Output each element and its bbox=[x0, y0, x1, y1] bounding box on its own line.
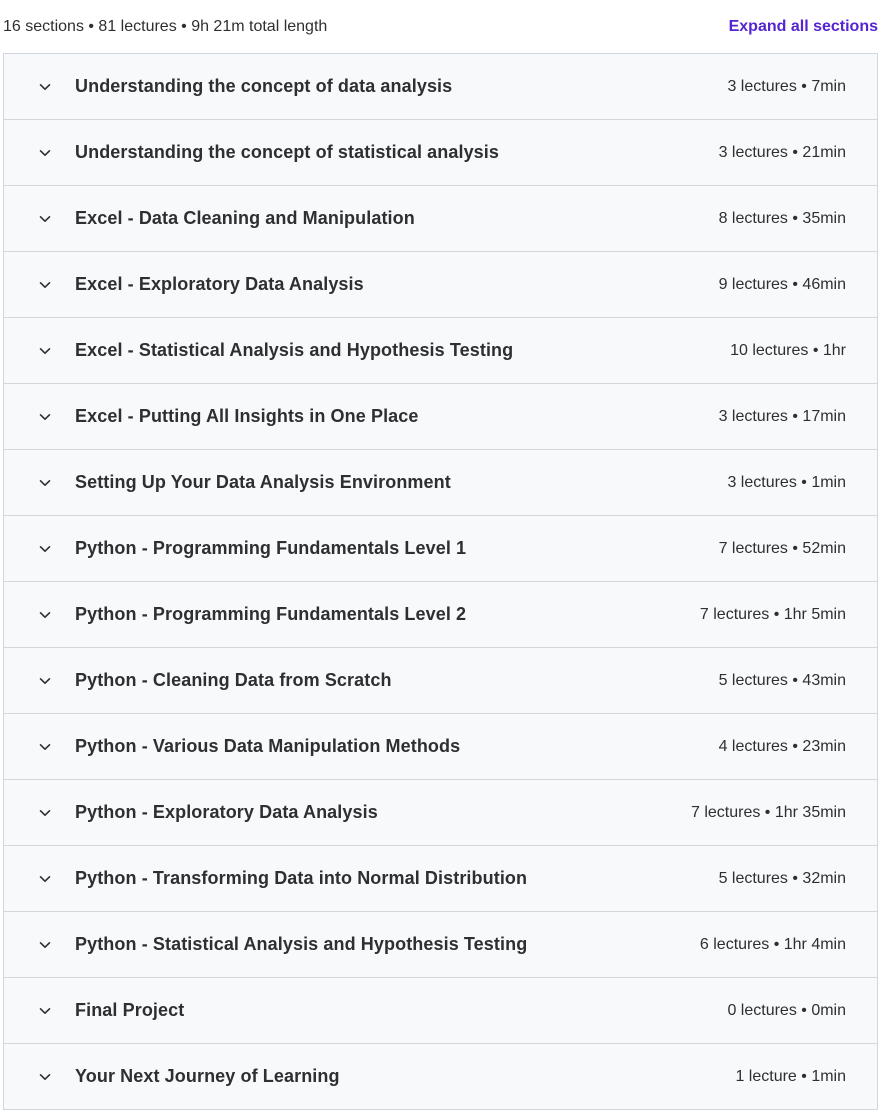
chevron-down-icon bbox=[38, 1004, 52, 1018]
section-row-3[interactable]: Excel - Data Cleaning and Manipulation 8… bbox=[4, 186, 877, 252]
section-meta: 3 lectures • 17min bbox=[718, 407, 846, 425]
chevron-down-icon bbox=[38, 542, 52, 556]
section-row-16[interactable]: Your Next Journey of Learning 1 lecture … bbox=[4, 1044, 877, 1110]
chevron-down-icon bbox=[38, 278, 52, 292]
section-list: Understanding the concept of data analys… bbox=[3, 53, 878, 1110]
section-meta: 7 lectures • 52min bbox=[718, 539, 846, 557]
section-title: Excel - Exploratory Data Analysis bbox=[75, 274, 364, 294]
section-row-14[interactable]: Python - Statistical Analysis and Hypoth… bbox=[4, 912, 877, 978]
section-row-6[interactable]: Excel - Putting All Insights in One Plac… bbox=[4, 384, 877, 450]
section-title: Python - Statistical Analysis and Hypoth… bbox=[75, 934, 528, 954]
section-row-7[interactable]: Setting Up Your Data Analysis Environmen… bbox=[4, 450, 877, 516]
section-meta: 7 lectures • 1hr 5min bbox=[699, 605, 846, 623]
section-meta: 5 lectures • 43min bbox=[718, 671, 846, 689]
section-row-2[interactable]: Understanding the concept of statistical… bbox=[4, 120, 877, 186]
chevron-down-icon bbox=[38, 476, 52, 490]
section-row-1[interactable]: Understanding the concept of data analys… bbox=[4, 54, 877, 120]
section-title: Final Project bbox=[75, 1000, 185, 1020]
section-meta: 0 lectures • 0min bbox=[727, 1001, 846, 1019]
chevron-down-icon bbox=[38, 740, 52, 754]
chevron-down-icon bbox=[38, 938, 52, 952]
chevron-down-icon bbox=[38, 80, 52, 94]
chevron-down-icon bbox=[38, 806, 52, 820]
section-title: Excel - Statistical Analysis and Hypothe… bbox=[75, 340, 514, 360]
section-meta: 3 lectures • 7min bbox=[727, 77, 846, 95]
section-meta: 6 lectures • 1hr 4min bbox=[699, 935, 846, 953]
section-title: Python - Programming Fundamentals Level … bbox=[75, 538, 467, 558]
chevron-down-icon bbox=[38, 1070, 52, 1084]
chevron-down-icon bbox=[38, 344, 52, 358]
chevron-down-icon bbox=[38, 410, 52, 424]
section-row-12[interactable]: Python - Exploratory Data Analysis 7 lec… bbox=[4, 780, 877, 846]
section-title: Python - Programming Fundamentals Level … bbox=[75, 604, 467, 624]
section-title: Python - Exploratory Data Analysis bbox=[75, 802, 378, 822]
section-title: Understanding the concept of statistical… bbox=[75, 142, 499, 162]
curriculum-summary: 16 sections • 81 lectures • 9h 21m total… bbox=[3, 17, 328, 35]
chevron-down-icon bbox=[38, 674, 52, 688]
section-meta: 4 lectures • 23min bbox=[718, 737, 846, 755]
expand-all-sections-button[interactable]: Expand all sections bbox=[729, 18, 878, 36]
chevron-down-icon bbox=[38, 608, 52, 622]
section-meta: 3 lectures • 1min bbox=[727, 473, 846, 491]
section-meta: 5 lectures • 32min bbox=[718, 869, 846, 887]
section-row-10[interactable]: Python - Cleaning Data from Scratch 5 le… bbox=[4, 648, 877, 714]
curriculum-header: 16 sections • 81 lectures • 9h 21m total… bbox=[0, 0, 881, 53]
section-row-5[interactable]: Excel - Statistical Analysis and Hypothe… bbox=[4, 318, 877, 384]
section-meta: 9 lectures • 46min bbox=[718, 275, 846, 293]
section-title: Python - Transforming Data into Normal D… bbox=[75, 868, 528, 888]
section-title: Excel - Data Cleaning and Manipulation bbox=[75, 208, 415, 228]
section-title: Understanding the concept of data analys… bbox=[75, 76, 453, 96]
section-row-15[interactable]: Final Project 0 lectures • 0min bbox=[4, 978, 877, 1044]
section-title: Setting Up Your Data Analysis Environmen… bbox=[75, 472, 451, 492]
section-title: Excel - Putting All Insights in One Plac… bbox=[75, 406, 419, 426]
section-title: Python - Various Data Manipulation Metho… bbox=[75, 736, 461, 756]
section-row-13[interactable]: Python - Transforming Data into Normal D… bbox=[4, 846, 877, 912]
section-row-8[interactable]: Python - Programming Fundamentals Level … bbox=[4, 516, 877, 582]
section-meta: 8 lectures • 35min bbox=[718, 209, 846, 227]
section-row-4[interactable]: Excel - Exploratory Data Analysis 9 lect… bbox=[4, 252, 877, 318]
section-row-11[interactable]: Python - Various Data Manipulation Metho… bbox=[4, 714, 877, 780]
section-meta: 1 lecture • 1min bbox=[735, 1067, 846, 1085]
section-meta: 7 lectures • 1hr 35min bbox=[690, 803, 846, 821]
section-row-9[interactable]: Python - Programming Fundamentals Level … bbox=[4, 582, 877, 648]
section-meta: 10 lectures • 1hr bbox=[730, 341, 846, 359]
section-title: Python - Cleaning Data from Scratch bbox=[75, 670, 392, 690]
chevron-down-icon bbox=[38, 146, 52, 160]
chevron-down-icon bbox=[38, 212, 52, 226]
section-meta: 3 lectures • 21min bbox=[718, 143, 846, 161]
section-title: Your Next Journey of Learning bbox=[75, 1066, 340, 1086]
chevron-down-icon bbox=[38, 872, 52, 886]
